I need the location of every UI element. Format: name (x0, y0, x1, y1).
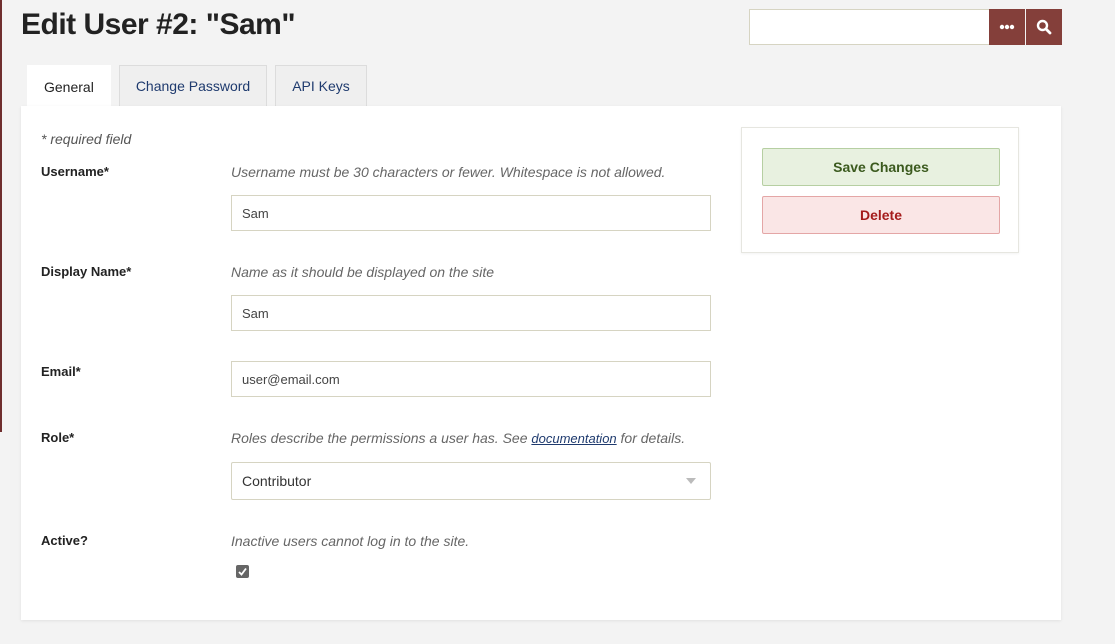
search-box (749, 9, 1062, 45)
search-input[interactable] (749, 9, 989, 45)
page-title: Edit User #2: "Sam" (21, 8, 296, 41)
search-icon (1036, 19, 1052, 35)
tab-general[interactable]: General (27, 65, 111, 107)
actions-box: Save Changes Delete (741, 127, 1019, 253)
role-select[interactable]: Contributor (231, 462, 711, 500)
documentation-link[interactable]: documentation (531, 431, 616, 446)
active-label: Active? (41, 533, 88, 548)
email-label: Email* (41, 364, 81, 379)
display-name-help: Name as it should be displayed on the si… (231, 264, 495, 280)
active-help: Inactive users cannot log in to the site… (231, 533, 470, 549)
ellipsis-icon (999, 24, 1015, 30)
tab-api-keys[interactable]: API Keys (275, 65, 367, 106)
display-name-label: Display Name* (41, 264, 132, 279)
username-label: Username* (41, 164, 109, 179)
username-input[interactable] (231, 195, 711, 231)
required-note: * required field (41, 131, 132, 147)
tab-bar: General Change Password API Keys (27, 65, 375, 107)
delete-button[interactable]: Delete (762, 196, 1000, 234)
more-options-button[interactable] (989, 9, 1025, 45)
checkmark-icon (238, 567, 247, 576)
role-help: Roles describe the permissions a user ha… (231, 430, 685, 446)
role-select-value: Contributor (242, 473, 312, 489)
chevron-down-icon (686, 478, 696, 484)
save-changes-button[interactable]: Save Changes (762, 148, 1000, 186)
tab-change-password[interactable]: Change Password (118, 65, 268, 106)
general-panel: * required field Username* Username must… (21, 106, 1061, 620)
active-checkbox[interactable] (236, 565, 249, 578)
search-button[interactable] (1026, 9, 1062, 45)
role-label: Role* (41, 430, 75, 445)
sidebar-edge (0, 0, 2, 432)
display-name-input[interactable] (231, 295, 711, 331)
email-input[interactable] (231, 361, 711, 397)
username-help: Username must be 30 characters or fewer.… (231, 164, 666, 180)
role-help-text: Roles describe the permissions a user ha… (231, 430, 532, 446)
role-help-text-after: for details. (616, 430, 686, 446)
